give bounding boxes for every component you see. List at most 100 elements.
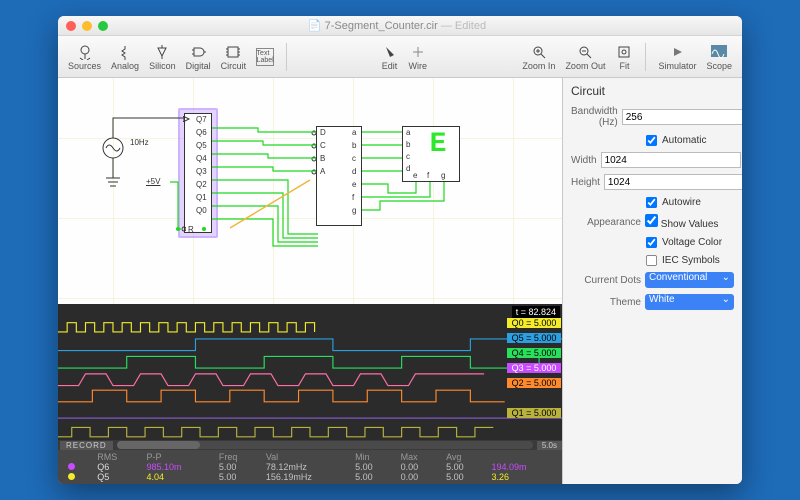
current-dots-select[interactable]: Conventional ⌄ bbox=[645, 272, 734, 288]
decoder-out-label: a bbox=[352, 128, 356, 137]
display-pin-label: e bbox=[413, 171, 417, 180]
signal-label[interactable]: Q0 = 5.000 bbox=[507, 318, 561, 328]
simulator-button[interactable]: Simulator bbox=[654, 43, 700, 71]
signal-label[interactable]: Q1 = 5.000 bbox=[507, 408, 561, 418]
iec-symbols-checkbox[interactable] bbox=[646, 255, 657, 266]
bandwidth-field[interactable] bbox=[622, 109, 742, 125]
toolbar-separator bbox=[645, 43, 646, 71]
analog-button[interactable]: Analog bbox=[107, 43, 143, 71]
grid bbox=[58, 78, 562, 304]
text-label-button[interactable]: Text Label bbox=[252, 43, 278, 71]
decoder-out-label: b bbox=[352, 141, 356, 150]
voltage-color-checkbox[interactable] bbox=[646, 237, 657, 248]
decoder-in-label: D bbox=[320, 128, 326, 137]
automatic-checkbox[interactable] bbox=[646, 135, 657, 146]
zoom-fit-icon bbox=[615, 43, 633, 61]
sources-icon bbox=[76, 43, 94, 61]
digital-icon bbox=[189, 43, 207, 61]
minimize-light[interactable] bbox=[82, 21, 92, 31]
zoom-fit-button[interactable]: Fit bbox=[611, 43, 637, 71]
decoder-out-label: f bbox=[352, 193, 354, 202]
counter-pin-label: Q0 bbox=[196, 206, 207, 215]
counter-pin-label: Q4 bbox=[196, 154, 207, 163]
scope-plot[interactable]: Q0 = 5.000 Q5 = 5.000 Q4 = 5.000 Q3 = 5.000… bbox=[58, 318, 562, 440]
schematic-canvas[interactable]: 10Hz +5V Q7Q6Q5Q4Q3Q2Q1Q0 R DCBA abcdefg… bbox=[58, 78, 562, 304]
show-values-checkbox[interactable] bbox=[645, 214, 658, 227]
analog-icon bbox=[116, 43, 134, 61]
simulator-icon bbox=[668, 43, 686, 61]
decoder-in-label: B bbox=[320, 154, 325, 163]
show-values-label: Show Values bbox=[661, 219, 719, 230]
display-pin-label: b bbox=[406, 140, 410, 149]
theme-label: Theme bbox=[571, 297, 641, 308]
counter-pin-label: Q3 bbox=[196, 167, 207, 176]
close-light[interactable] bbox=[66, 21, 76, 31]
display-pin-label: a bbox=[406, 128, 410, 137]
signal-label[interactable]: Q4 = 5.000 bbox=[507, 348, 561, 358]
decoder-out-label: d bbox=[352, 167, 356, 176]
scope-button[interactable]: Scope bbox=[702, 43, 736, 71]
autowire-label: Autowire bbox=[662, 197, 701, 208]
silicon-button[interactable]: Silicon bbox=[145, 43, 180, 71]
traffic-lights bbox=[66, 21, 108, 31]
scope-time-label: t = 82.824 bbox=[512, 306, 560, 318]
signal-label[interactable]: Q2 = 5.000 bbox=[507, 378, 561, 388]
text-label-icon: Text Label bbox=[256, 48, 274, 66]
wire-button[interactable]: Wire bbox=[405, 43, 432, 71]
app-window: 📄 7-Segment_Counter.cir — Edited Sources… bbox=[58, 16, 742, 484]
counter-pin-label: Q1 bbox=[196, 193, 207, 202]
scope-readout-row[interactable]: Q6985.10m5.0078.12mHz5.000.005.00194.09m bbox=[62, 462, 558, 472]
wire-icon bbox=[409, 43, 427, 61]
window-title: 📄 7-Segment_Counter.cir — Edited bbox=[108, 19, 686, 32]
edit-button[interactable]: Edit bbox=[377, 43, 403, 71]
toolbar-separator bbox=[286, 43, 287, 71]
display-pin-label: f bbox=[427, 171, 429, 180]
scope-panel: t = 82.824 bbox=[58, 304, 562, 484]
zoom-in-button[interactable]: Zoom In bbox=[518, 43, 559, 71]
digital-button[interactable]: Digital bbox=[182, 43, 215, 71]
display-pin-label: d bbox=[406, 164, 410, 173]
reset-bubble bbox=[182, 225, 186, 233]
circuit-icon bbox=[224, 43, 242, 61]
display-chip[interactable]: E bbox=[402, 126, 460, 182]
toolbar: Sources Analog Silicon Digital Circuit T… bbox=[58, 36, 742, 78]
canvas-column: 10Hz +5V Q7Q6Q5Q4Q3Q2Q1Q0 R DCBA abcdefg… bbox=[58, 78, 562, 484]
scope-icon bbox=[710, 43, 728, 61]
bandwidth-label: Bandwidth (Hz) bbox=[571, 106, 618, 128]
zoom-out-button[interactable]: Zoom Out bbox=[561, 43, 609, 71]
source-symbol[interactable] bbox=[98, 133, 128, 203]
scope-readout-table: RMSP-PFreqValMinMaxAvgQ6985.10m5.0078.12… bbox=[58, 450, 562, 484]
height-label: Height bbox=[571, 177, 600, 188]
display-pin-label: c bbox=[406, 152, 410, 161]
height-field[interactable] bbox=[604, 174, 742, 190]
sources-button[interactable]: Sources bbox=[64, 43, 105, 71]
decoder-out-label: e bbox=[352, 180, 356, 189]
automatic-label: Automatic bbox=[662, 135, 706, 146]
decoder-out-label: c bbox=[352, 154, 356, 163]
doc-icon: 📄 bbox=[308, 20, 322, 32]
theme-select[interactable]: White ⌄ bbox=[645, 294, 734, 310]
appearance-label: Appearance bbox=[571, 217, 641, 228]
inspector-heading: Circuit bbox=[571, 84, 734, 98]
display-glyph: E bbox=[423, 131, 453, 169]
decoder-in-label: A bbox=[320, 167, 325, 176]
reset-pin-label: R bbox=[188, 225, 194, 234]
scope-scrollbar[interactable] bbox=[117, 441, 533, 449]
counter-pin-label: Q2 bbox=[196, 180, 207, 189]
file-name: 7-Segment_Counter.cir bbox=[325, 20, 438, 32]
silicon-icon bbox=[153, 43, 171, 61]
current-dots-label: Current Dots bbox=[571, 275, 641, 286]
signal-label[interactable]: Q3 = 5.000 bbox=[507, 363, 561, 373]
width-field[interactable] bbox=[601, 152, 741, 168]
zoom-light[interactable] bbox=[98, 21, 108, 31]
counter-pin-label: Q5 bbox=[196, 141, 207, 150]
circuit-button[interactable]: Circuit bbox=[217, 43, 251, 71]
counter-pin-label: Q6 bbox=[196, 128, 207, 137]
edit-icon bbox=[381, 43, 399, 61]
source-freq-label: 10Hz bbox=[130, 138, 149, 147]
decoder-in-label: C bbox=[320, 141, 326, 150]
signal-label[interactable]: Q5 = 5.000 bbox=[507, 333, 561, 343]
autowire-checkbox[interactable] bbox=[646, 197, 657, 208]
scope-readout-row[interactable]: Q54.045.00156.19mHz5.000.005.003.26 bbox=[62, 472, 558, 482]
main-area: 10Hz +5V Q7Q6Q5Q4Q3Q2Q1Q0 R DCBA abcdefg… bbox=[58, 78, 742, 484]
